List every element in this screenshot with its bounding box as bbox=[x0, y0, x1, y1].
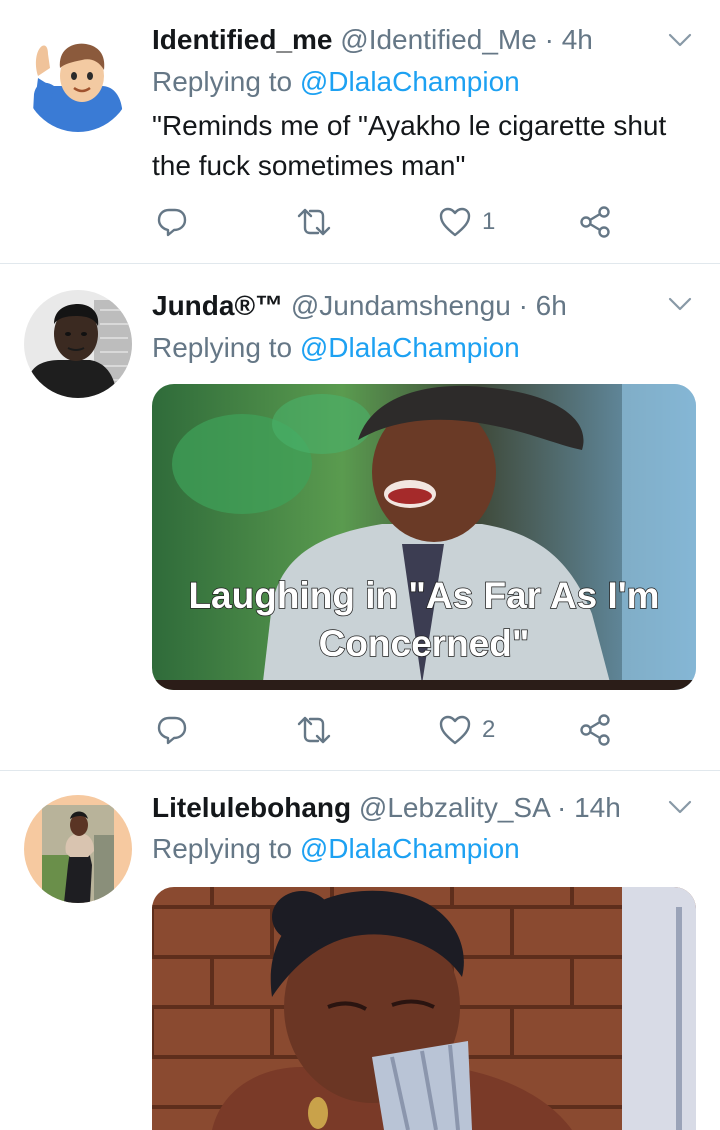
meme-caption-line-1: Laughing in "As Far As I'm bbox=[188, 575, 659, 616]
replying-to-label: Replying to bbox=[152, 66, 300, 97]
like-button[interactable]: 1 bbox=[438, 202, 495, 242]
separator: · bbox=[518, 290, 528, 321]
share-icon bbox=[580, 206, 610, 238]
chevron-down-icon[interactable] bbox=[666, 290, 694, 318]
avatar[interactable] bbox=[24, 290, 132, 398]
reply-button[interactable] bbox=[156, 710, 188, 750]
timestamp[interactable]: 4h bbox=[562, 24, 593, 55]
display-name[interactable]: Junda®™ bbox=[152, 290, 283, 321]
tweet-image[interactable] bbox=[152, 887, 696, 1130]
mention-link[interactable]: @DlalaChampion bbox=[300, 66, 520, 97]
user-handle[interactable]: @Identified_Me bbox=[340, 24, 537, 55]
share-button[interactable] bbox=[578, 202, 612, 242]
retweet-icon bbox=[297, 208, 331, 236]
user-handle[interactable]: @Lebzality_SA bbox=[359, 792, 549, 823]
avatar[interactable] bbox=[24, 795, 132, 903]
replying-to: Replying to @DlalaChampion bbox=[152, 831, 520, 867]
tweet[interactable]: Junda®™ @Jundamshengu · 6h Replying to @… bbox=[0, 264, 720, 771]
replying-to: Replying to @DlalaChampion bbox=[152, 64, 520, 100]
mention-link[interactable]: @DlalaChampion bbox=[300, 833, 520, 864]
like-button[interactable]: 2 bbox=[438, 710, 495, 750]
tweet-header: Junda®™ @Jundamshengu · 6h bbox=[152, 288, 672, 324]
replying-to-label: Replying to bbox=[152, 332, 300, 363]
separator: · bbox=[544, 24, 554, 55]
chevron-down-icon[interactable] bbox=[666, 793, 694, 821]
retweet-icon bbox=[297, 716, 331, 744]
like-icon bbox=[439, 715, 471, 745]
chevron-down-icon[interactable] bbox=[666, 26, 694, 54]
separator: · bbox=[556, 792, 567, 823]
tweet[interactable]: Litelulebohang @Lebzality_SA · 14h Reply… bbox=[0, 771, 720, 1130]
tweet-image[interactable]: Laughing in "As Far As I'm Concerned" bbox=[152, 384, 696, 690]
tweet-text: "Reminds me of "Ayakho le cigarette shut… bbox=[152, 110, 667, 181]
like-count: 1 bbox=[482, 208, 496, 235]
timestamp[interactable]: 14h bbox=[574, 792, 621, 823]
replying-to: Replying to @DlalaChampion bbox=[152, 330, 520, 366]
tweet-actions: 1 bbox=[152, 202, 632, 242]
avatar[interactable] bbox=[24, 24, 132, 132]
retweet-button[interactable] bbox=[296, 710, 332, 750]
photo-image bbox=[152, 887, 696, 1130]
tweet[interactable]: Identified_me @Identified_Me · 4h Replyi… bbox=[0, 0, 720, 264]
meme-caption-line-2: Concerned" bbox=[319, 623, 530, 664]
display-name[interactable]: Litelulebohang bbox=[152, 792, 351, 823]
tweet-actions: 2 bbox=[152, 710, 632, 750]
share-icon bbox=[580, 714, 610, 746]
like-count: 2 bbox=[482, 716, 496, 743]
tweet-header: Litelulebohang @Lebzality_SA · 14h bbox=[152, 790, 672, 826]
timestamp[interactable]: 6h bbox=[536, 290, 567, 321]
retweet-button[interactable] bbox=[296, 202, 332, 242]
reply-icon bbox=[157, 716, 187, 745]
like-icon bbox=[439, 207, 471, 237]
tweet-header: Identified_me @Identified_Me · 4h bbox=[152, 22, 672, 58]
reply-button[interactable] bbox=[156, 202, 188, 242]
reply-icon bbox=[157, 208, 187, 237]
user-handle[interactable]: @Jundamshengu bbox=[291, 290, 511, 321]
display-name[interactable]: Identified_me bbox=[152, 24, 332, 55]
replying-to-label: Replying to bbox=[152, 833, 300, 864]
meme-image: Laughing in "As Far As I'm Concerned" bbox=[152, 384, 696, 690]
share-button[interactable] bbox=[578, 710, 612, 750]
mention-link[interactable]: @DlalaChampion bbox=[300, 332, 520, 363]
